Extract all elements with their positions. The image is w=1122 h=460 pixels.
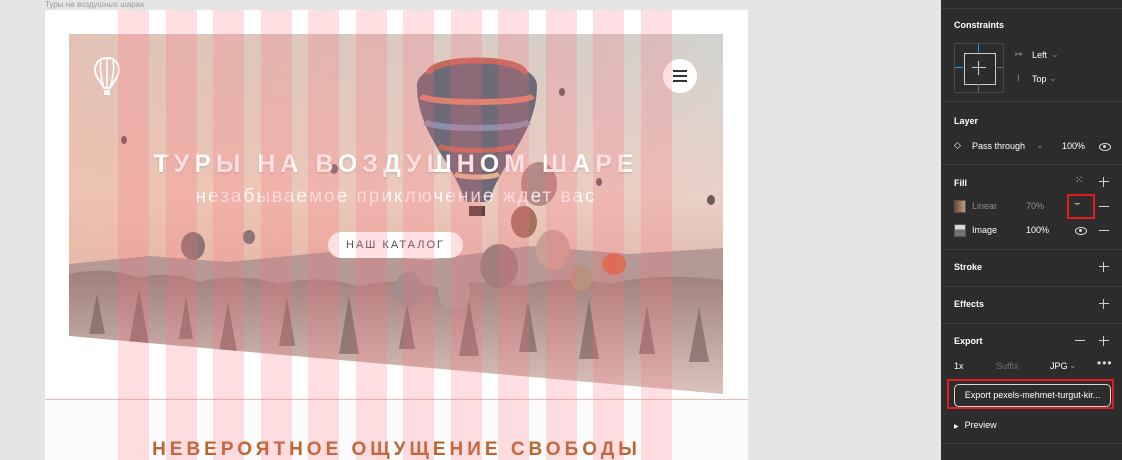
effects-title: Effects [954, 299, 985, 309]
preview-toggle[interactable]: ▶ Preview [954, 420, 997, 430]
add-export-icon[interactable] [1099, 336, 1109, 346]
chevron-down-icon: ⌄ [1051, 49, 1059, 59]
page-frame[interactable]: ТУРЫ НА ВОЗДУШНОМ ШАРЕ незабываемое прик… [45, 10, 748, 460]
frame-label[interactable]: Туры на воздушных шарах [45, 0, 144, 9]
panel-top-strip [941, 0, 1122, 9]
fill-opacity[interactable]: 70% [1026, 201, 1044, 211]
caret-right-icon: ▶ [954, 424, 959, 430]
export-format-select[interactable]: JPG ⌄ [1050, 360, 1080, 372]
fill-type[interactable]: Linear [972, 201, 997, 211]
constraints-title: Constraints [954, 20, 1005, 30]
hero-photo [69, 34, 723, 394]
constraints-cross [978, 61, 979, 75]
right-constraint-indicator[interactable] [995, 67, 1003, 68]
horizontal-constraint-select[interactable]: ↦ Left ⌄ [1015, 49, 1075, 61]
properties-panel: Constraints ↦ Left ⌄ I Top ⌄ Layer ◇ Pas… [941, 0, 1122, 460]
constraints-cross [972, 67, 986, 68]
export-title: Export [954, 336, 983, 346]
left-constraint-indicator[interactable] [955, 67, 963, 68]
balloon-logo-icon[interactable] [93, 56, 121, 96]
stroke-section: Stroke [941, 250, 1122, 287]
chevron-down-icon: ⌄ [1049, 73, 1057, 83]
blend-mode-value: Pass through [972, 141, 1026, 151]
top-constraint-indicator[interactable] [978, 44, 979, 52]
layer-section: Layer ◇ Pass through ⌄ 100% [941, 102, 1122, 165]
hero-subtitle: незабываемое приключение ждет вас [195, 186, 597, 207]
fill-row-image[interactable]: Image 100% [941, 222, 1122, 238]
layer-title: Layer [954, 116, 979, 126]
horizontal-constraint-value: Left [1032, 50, 1048, 60]
fill-opacity[interactable]: 100% [1026, 225, 1049, 235]
export-suffix-input[interactable]: Suffix [996, 361, 1018, 371]
constraints-widget[interactable] [954, 43, 1004, 93]
design-canvas[interactable]: Туры на воздушных шарах ТУРЫ НА ВОЗДУШНО… [0, 0, 930, 460]
catalog-button[interactable]: НАШ КАТАЛОГ [328, 232, 463, 258]
bottom-constraint-indicator[interactable] [978, 84, 979, 92]
gradient-swatch[interactable] [954, 200, 966, 213]
constraints-box [964, 53, 996, 85]
stroke-title: Stroke [954, 262, 983, 272]
preview-label: Preview [964, 420, 997, 430]
menu-icon [673, 70, 687, 72]
effects-section: Effects [941, 287, 1122, 324]
export-button[interactable]: Export pexels-mehmet-turgut-kir... [954, 384, 1111, 407]
highlight-box [1067, 194, 1095, 219]
horizontal-constraint-icon: ↦ [1015, 49, 1023, 59]
eye-icon[interactable] [1099, 143, 1111, 151]
vertical-constraint-value: Top [1032, 74, 1047, 84]
add-fill-icon[interactable] [1099, 177, 1109, 187]
fill-section: Fill ⁙ Linear 70% ⌣ Image 100% [941, 165, 1122, 250]
menu-button[interactable] [663, 59, 697, 93]
export-scale-select[interactable]: 1x [954, 361, 964, 371]
remove-fill-icon[interactable] [1099, 230, 1109, 231]
blend-mode-icon: ◇ [954, 140, 961, 150]
layer-opacity-input[interactable]: 100% [1062, 141, 1085, 151]
menu-icon-line [673, 75, 687, 77]
hero-image[interactable]: ТУРЫ НА ВОЗДУШНОМ ШАРЕ незабываемое прик… [69, 34, 723, 394]
image-swatch[interactable] [954, 224, 966, 237]
export-format-value: JPG [1050, 361, 1068, 371]
more-options-icon[interactable]: ••• [1097, 356, 1113, 370]
fill-title: Fill [954, 178, 967, 188]
eye-icon[interactable] [1075, 227, 1087, 235]
style-grid-icon[interactable]: ⁙ [1075, 175, 1083, 186]
chevron-down-icon: ⌄ [1069, 360, 1077, 370]
blend-mode-select[interactable]: ◇ Pass through ⌄ [954, 140, 1054, 152]
menu-icon-line [673, 80, 687, 82]
add-stroke-icon[interactable] [1099, 262, 1109, 272]
hero-title: ТУРЫ НА ВОЗДУШНОМ ШАРЕ [153, 150, 639, 178]
vertical-constraint-select[interactable]: I Top ⌄ [1015, 73, 1075, 85]
vertical-constraint-icon: I [1017, 73, 1020, 83]
remove-export-icon[interactable] [1075, 340, 1085, 341]
add-effect-icon[interactable] [1099, 299, 1109, 309]
section-title: НЕВЕРОЯТНОЕ ОЩУЩЕНИЕ СВОБОДЫ [152, 439, 641, 460]
chevron-down-icon: ⌄ [1036, 140, 1044, 150]
remove-fill-icon[interactable] [1099, 206, 1109, 207]
fill-type[interactable]: Image [972, 225, 997, 235]
constraints-section: Constraints ↦ Left ⌄ I Top ⌄ [941, 9, 1122, 102]
